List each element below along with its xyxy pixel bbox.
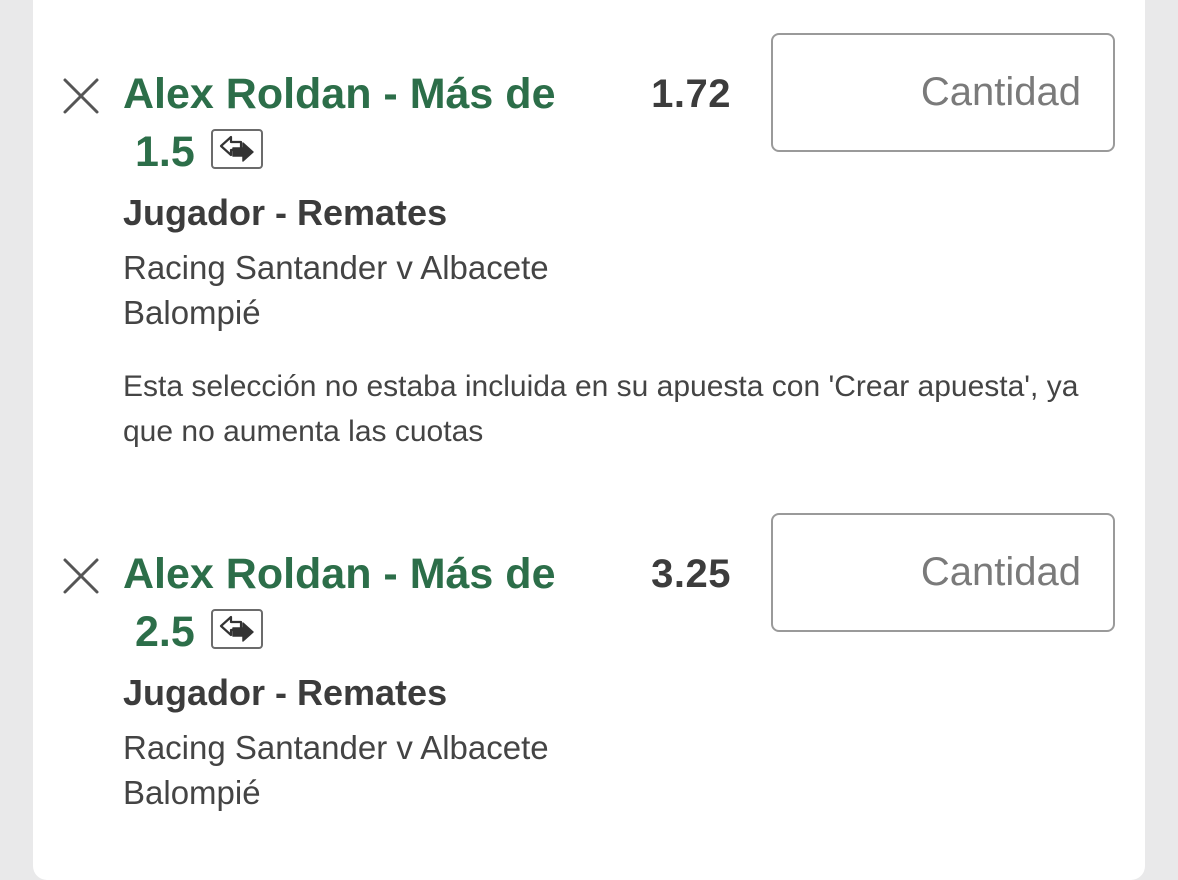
- close-x-icon: [63, 78, 99, 114]
- selection-title[interactable]: Alex Roldan - Más de 1.5: [123, 67, 603, 179]
- selection-title-line1: Alex Roldan - Más de: [123, 550, 556, 598]
- selection-title-line1: Alex Roldan - Más de: [123, 70, 556, 118]
- swap-arrows-icon[interactable]: [210, 608, 263, 649]
- selection-line-value: 1.5: [135, 128, 195, 176]
- remove-selection-button[interactable]: [62, 557, 100, 595]
- swap-arrows-icon[interactable]: [210, 128, 263, 169]
- selection-title[interactable]: Alex Roldan - Más de 2.5: [123, 547, 603, 659]
- event-name-line1: Racing Santander v Albacete: [123, 729, 549, 766]
- betslip-card: Alex Roldan - Más de 1.5 1.72 Jugador - …: [33, 0, 1145, 880]
- selection-odds: 1.72: [651, 72, 731, 116]
- selection-odds: 3.25: [651, 552, 731, 596]
- event-name-line2: Balompié: [123, 774, 261, 811]
- event-name: Racing Santander v Albacete Balompié: [123, 725, 683, 815]
- stake-input[interactable]: [771, 33, 1115, 152]
- market-name: Jugador - Remates: [123, 192, 448, 233]
- close-x-icon: [63, 558, 99, 594]
- selection-excluded-note: Esta selección no estaba incluida en su …: [123, 370, 1079, 448]
- event-name-line2: Balompié: [123, 294, 261, 331]
- stake-input[interactable]: [771, 513, 1115, 632]
- event-name-line1: Racing Santander v Albacete: [123, 249, 549, 286]
- selection-line-value: 2.5: [135, 608, 195, 656]
- remove-selection-button[interactable]: [62, 77, 100, 115]
- market-name: Jugador - Remates: [123, 672, 448, 713]
- event-name: Racing Santander v Albacete Balompié: [123, 245, 683, 335]
